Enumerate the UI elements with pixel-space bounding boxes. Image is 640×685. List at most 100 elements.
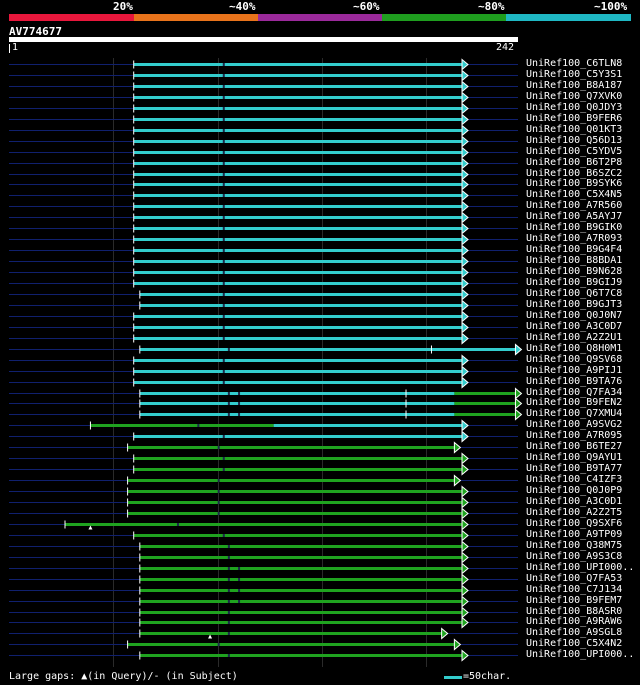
hit-segment (133, 337, 463, 340)
hit-label[interactable]: UniRef100_A3C0D7 (526, 321, 622, 332)
hit-gap (217, 512, 220, 515)
hit-end-arrow (461, 365, 469, 378)
hit-gap (227, 621, 230, 624)
hit-gap (222, 74, 225, 77)
hit-end-arrow (514, 397, 523, 410)
hit-label[interactable]: UniRef100_B9N628 (526, 266, 622, 277)
hit-end-arrow (461, 102, 469, 115)
hit-label[interactable]: UniRef100_C5Y3S1 (526, 69, 622, 80)
hit-label[interactable]: UniRef100_A7R093 (526, 233, 622, 244)
hit-segment (454, 392, 516, 395)
hit-label[interactable]: UniRef100_Q9SV68 (526, 354, 622, 365)
hit-label[interactable]: UniRef100_A9PIJ1 (526, 365, 622, 376)
hit-label[interactable]: UniRef100_C7J134 (526, 584, 622, 595)
hit-segment (90, 424, 274, 427)
hit-label[interactable]: UniRef100_A3C0D1 (526, 496, 622, 507)
hit-label[interactable]: UniRef100_B9SYK6 (526, 178, 622, 189)
hit-label[interactable]: UniRef100_A2Z2U1 (526, 332, 622, 343)
hit-label[interactable]: UniRef100_A5AYJ7 (526, 211, 622, 222)
hit-end-arrow (461, 222, 469, 235)
hit-label[interactable]: UniRef100_C4IZF3 (526, 474, 622, 485)
hit-label[interactable]: UniRef100_A9SVG2 (526, 419, 622, 430)
hit-segment (127, 512, 463, 515)
hit-label[interactable]: UniRef100_B9GIK0 (526, 222, 622, 233)
hit-label[interactable]: UniRef100_Q56D13 (526, 135, 622, 146)
hit-label[interactable]: UniRef100_A9S3C8 (526, 551, 622, 562)
hit-segment (133, 118, 463, 121)
hit-segment (127, 446, 455, 449)
hit-gap (222, 457, 225, 460)
hit-label[interactable]: UniRef100_A7R560 (526, 200, 622, 211)
hit-label[interactable]: UniRef100_C5X4N2 (526, 638, 622, 649)
hit-gap (238, 589, 241, 592)
hit-segment (454, 413, 516, 416)
hit-label[interactable]: UniRef100_B9FER6 (526, 113, 622, 124)
hit-label[interactable]: UniRef100_A7R095 (526, 430, 622, 441)
hit-label[interactable]: UniRef100_B9TA77 (526, 463, 622, 474)
hit-label[interactable]: UniRef100_C6TLN8 (526, 58, 622, 69)
hit-segment (139, 392, 455, 395)
hit-segment (133, 260, 463, 263)
hit-label[interactable]: UniRef100_Q8H0M1 (526, 343, 622, 354)
hit-label[interactable]: UniRef100_B9GJT3 (526, 299, 622, 310)
hit-end-arrow (453, 638, 462, 651)
hit-label[interactable]: UniRef100_Q7FA53 (526, 573, 622, 584)
hit-gap (222, 162, 225, 165)
hit-label[interactable]: UniRef100_A9RAW6 (526, 616, 622, 627)
hit-segment (127, 490, 463, 493)
hit-gap (217, 446, 220, 449)
hit-label[interactable]: UniRef100_A9TP09 (526, 529, 622, 540)
hit-label[interactable]: UniRef100_A9SGL8 (526, 627, 622, 638)
hit-end-arrow (461, 69, 469, 82)
hit-gap (222, 260, 225, 263)
hit-label[interactable]: UniRef100_Q7XMU4 (526, 408, 622, 419)
hit-end-arrow (461, 255, 469, 268)
hit-end-arrow (461, 266, 469, 279)
hit-label[interactable]: UniRef100_B9FEM7 (526, 595, 622, 606)
hit-label[interactable]: UniRef100_B8A187 (526, 80, 622, 91)
hit-gap (222, 96, 225, 99)
hit-label[interactable]: UniRef100_B9FEN2 (526, 397, 622, 408)
hit-gap (222, 194, 225, 197)
hit-label[interactable]: UniRef100_B9TA76 (526, 376, 622, 387)
hit-end-arrow (461, 124, 469, 137)
hit-gap (222, 173, 225, 176)
hit-end-arrow (461, 299, 469, 312)
hit-gap (222, 129, 225, 132)
hit-gap (222, 140, 225, 143)
scale-legend-text: =50char. (463, 671, 512, 682)
hit-label[interactable]: UniRef100_B9GIJ9 (526, 277, 622, 288)
hit-end-arrow (453, 474, 462, 487)
hit-label[interactable]: UniRef100_B6TE27 (526, 441, 622, 452)
hit-segment (133, 238, 463, 241)
hit-gap (238, 578, 241, 581)
hit-segment (133, 282, 463, 285)
hit-label[interactable]: UniRef100_UPI000.. (526, 649, 634, 660)
hit-label[interactable]: UniRef100_Q9AYU1 (526, 452, 622, 463)
hit-segment (133, 107, 463, 110)
hit-label[interactable]: UniRef100_B9G4F4 (526, 244, 622, 255)
hit-label[interactable]: UniRef100_Q01KT3 (526, 124, 622, 135)
hit-label[interactable]: UniRef100_Q0JDY3 (526, 102, 622, 113)
hit-label[interactable]: UniRef100_UPI000.. (526, 562, 634, 573)
hit-end-arrow (461, 496, 469, 509)
hit-label[interactable]: UniRef100_C5X4N5 (526, 189, 622, 200)
hit-segment (133, 173, 463, 176)
hit-label[interactable]: UniRef100_B6T2P8 (526, 157, 622, 168)
hit-label[interactable]: UniRef100_Q9SXF6 (526, 518, 622, 529)
hit-segment (133, 140, 463, 143)
hit-label[interactable]: UniRef100_Q6T7C8 (526, 288, 622, 299)
hit-label[interactable]: UniRef100_Q0J0P9 (526, 485, 622, 496)
hit-segment (133, 183, 463, 186)
hit-label[interactable]: UniRef100_B8BDA1 (526, 255, 622, 266)
hit-segment (273, 424, 463, 427)
hit-end-arrow (461, 277, 469, 290)
hit-label[interactable]: UniRef100_A2Z2T5 (526, 507, 622, 518)
hit-label[interactable]: UniRef100_Q7XVK0 (526, 91, 622, 102)
hit-label[interactable]: UniRef100_Q0J0N7 (526, 310, 622, 321)
hit-gap (222, 337, 225, 340)
hit-gap (222, 205, 225, 208)
hit-end-arrow (461, 518, 469, 531)
hit-label[interactable]: UniRef100_Q38M75 (526, 540, 622, 551)
hit-label[interactable]: UniRef100_C5YDV5 (526, 146, 622, 157)
